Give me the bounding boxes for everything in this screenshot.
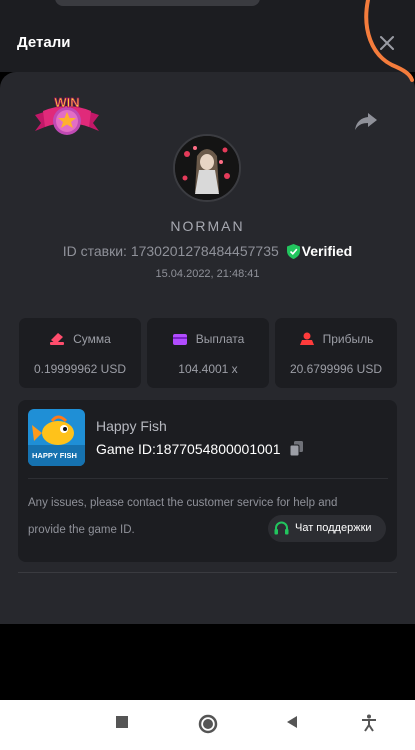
header-bar: Детали	[0, 0, 415, 72]
stat-amount: Сумма 0.19999962 USD	[19, 318, 141, 388]
avatar	[173, 134, 241, 202]
drag-handle[interactable]	[55, 0, 260, 6]
support-chat-button[interactable]: Чат поддержки	[268, 515, 386, 542]
bet-id-label: ID ставки:	[62, 243, 127, 259]
wallet-icon	[172, 334, 187, 345]
game-id-value: 1877054800001001	[155, 441, 281, 457]
username: NORMAN	[170, 218, 245, 234]
bet-datetime: 15.04.2022, 21:48:41	[155, 268, 260, 280]
avatar-image	[175, 136, 239, 200]
coins-icon	[50, 333, 65, 345]
game-name: Happy Fish	[96, 418, 167, 434]
stat-amount-label: Сумма	[73, 332, 111, 346]
profit-icon	[299, 332, 314, 345]
home-icon[interactable]	[198, 714, 218, 734]
close-icon[interactable]	[376, 32, 398, 54]
game-thumbnail-text: HAPPY FISH	[32, 451, 77, 460]
share-icon[interactable]	[354, 110, 378, 132]
page-title: Детали	[17, 34, 71, 51]
verified-shield-icon	[286, 244, 300, 259]
bet-id-value: 1730201278484457735	[130, 243, 279, 259]
game-thumbnail[interactable]: HAPPY FISH	[28, 409, 85, 466]
win-badge-icon: WIN	[35, 95, 99, 135]
accessibility-icon[interactable]	[360, 714, 378, 732]
recent-apps-icon[interactable]	[114, 714, 130, 730]
stat-payout: Выплата 104.4001 x	[147, 318, 269, 388]
support-chat-label: Чат поддержки	[295, 522, 372, 534]
stat-payout-label: Выплата	[195, 332, 245, 346]
game-id-row: Game ID:1877054800001001	[96, 441, 304, 457]
game-id-label: Game ID:	[96, 441, 156, 457]
stat-amount-value: 0.19999962 USD	[33, 362, 127, 376]
divider	[18, 572, 397, 573]
bet-id-row: ID ставки: 1730201278484457735 Verified	[0, 243, 415, 259]
headset-icon	[274, 521, 289, 535]
stat-payout-value: 104.4001 x	[178, 362, 238, 376]
stat-profit-label: Прибыль	[322, 332, 374, 346]
win-badge-text: WIN	[54, 95, 79, 110]
game-thumbnail-image: HAPPY FISH	[28, 409, 85, 466]
stat-profit: Прибыль 20.6799996 USD	[275, 318, 397, 388]
back-icon[interactable]	[284, 714, 300, 730]
copy-icon[interactable]	[290, 441, 304, 456]
verified-label: Verified	[301, 243, 353, 259]
stat-profit-value: 20.6799996 USD	[289, 362, 383, 376]
divider	[28, 478, 388, 479]
